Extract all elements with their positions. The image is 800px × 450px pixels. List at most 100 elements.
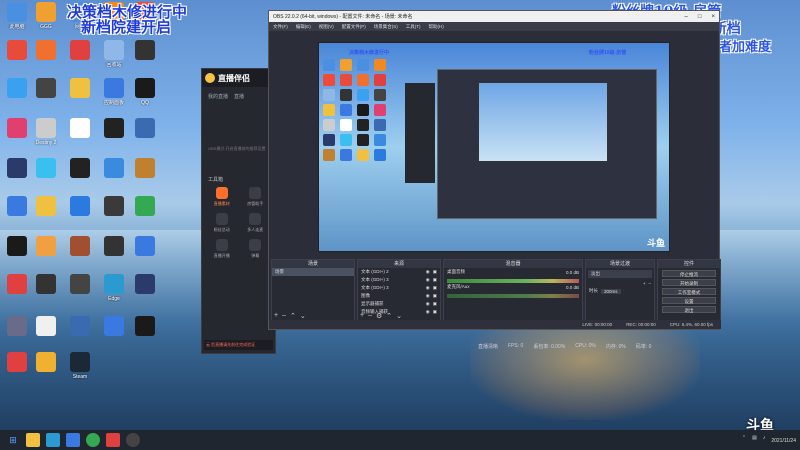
obs-menu-item[interactable]: 视图(V) — [319, 24, 334, 30]
eye-icon[interactable]: ◉ — [426, 301, 430, 307]
eye-icon[interactable]: ◉ — [426, 269, 430, 275]
tool-item[interactable]: 弹幕 — [240, 239, 272, 259]
desktop-icon[interactable] — [128, 274, 162, 296]
network-icon[interactable]: ▤ — [752, 435, 757, 441]
eye-icon[interactable]: ◉ — [426, 285, 430, 291]
down-icon[interactable]: ⌄ — [396, 312, 402, 320]
desktop-icon[interactable] — [63, 196, 97, 218]
clock-date[interactable]: 2021/11/24 — [771, 438, 796, 444]
lock-icon[interactable]: ▣ — [433, 309, 437, 315]
desktop-icon[interactable] — [97, 196, 131, 218]
tool-item[interactable]: 粉丝总动 — [206, 213, 238, 233]
eye-icon[interactable]: ◉ — [426, 309, 430, 315]
duration-field[interactable]: 300ms — [601, 288, 621, 294]
add-icon[interactable]: + — [274, 312, 278, 320]
source-item[interactable]: 图像 ◉ ▣ — [358, 292, 440, 300]
windows-start-icon[interactable]: ⊞ — [6, 433, 20, 447]
remove-icon[interactable]: – — [648, 281, 651, 286]
desktop-icon[interactable] — [128, 236, 162, 258]
up-icon[interactable]: ⌃ — [386, 312, 392, 320]
desktop-icon[interactable] — [97, 158, 131, 180]
obs-menu-item[interactable]: 帮助(H) — [429, 24, 444, 30]
helper-tab-my-live[interactable]: 我的直播 — [208, 93, 228, 100]
lock-icon[interactable]: ▣ — [433, 269, 437, 275]
desktop-icon[interactable] — [29, 40, 63, 62]
desktop-icon[interactable] — [63, 316, 97, 338]
store-icon[interactable] — [66, 433, 80, 447]
desktop-icon[interactable] — [128, 316, 162, 338]
desktop-icon[interactable] — [63, 236, 97, 258]
add-icon[interactable]: + — [360, 312, 364, 320]
control-button[interactable]: 退出 — [662, 306, 716, 313]
transition-select[interactable]: 淡出 — [588, 270, 652, 278]
add-icon[interactable]: + — [643, 281, 646, 286]
gear-icon[interactable]: ⚙ — [376, 312, 382, 320]
source-item[interactable]: 显示器捕获 ◉ ▣ — [358, 300, 440, 308]
desktop-icon[interactable] — [29, 78, 63, 100]
audio-meter[interactable] — [447, 294, 579, 298]
desktop-icon[interactable] — [63, 274, 97, 296]
tool-item[interactable]: 直播开播 — [206, 239, 238, 259]
desktop-icon[interactable] — [128, 118, 162, 140]
edge-icon[interactable] — [46, 433, 60, 447]
desktop-icon[interactable] — [128, 196, 162, 218]
obs-taskbar-icon[interactable] — [126, 433, 140, 447]
down-icon[interactable]: ⌄ — [300, 312, 306, 320]
volume-icon[interactable]: ♪ — [763, 435, 766, 441]
app-icon[interactable] — [106, 433, 120, 447]
desktop-icon[interactable] — [128, 40, 162, 62]
up-icon[interactable]: ⌃ — [290, 312, 296, 320]
desktop-icon[interactable]: 控制面板 — [97, 78, 131, 106]
desktop-icon[interactable] — [29, 274, 63, 296]
eye-icon[interactable]: ◉ — [426, 293, 430, 299]
desktop-icon[interactable] — [63, 40, 97, 62]
remove-icon[interactable]: – — [282, 312, 286, 320]
desktop-icon[interactable] — [29, 236, 63, 258]
tool-item[interactable]: 房管助手 — [240, 187, 272, 207]
file-explorer-icon[interactable] — [26, 433, 40, 447]
obs-menu-item[interactable]: 编辑(E) — [296, 24, 311, 30]
desktop-icon[interactable] — [29, 316, 63, 338]
obs-preview[interactable]: 决策档木修进行中 粉丝牌10级-房管 斗鱼 — [318, 42, 670, 252]
helper-tab-live[interactable]: 直播 — [234, 93, 244, 100]
desktop-icon[interactable]: Destiny 2 — [29, 118, 63, 146]
control-button[interactable]: 工作室模式 — [662, 288, 716, 295]
desktop-icon[interactable] — [29, 352, 63, 374]
desktop-icon[interactable] — [97, 236, 131, 258]
control-button[interactable]: 设置 — [662, 297, 716, 304]
obs-menu-item[interactable]: 场景集合(S) — [374, 24, 398, 30]
source-item[interactable]: 文本 (GDI+) 3 ◉ ▣ — [358, 284, 440, 292]
desktop-icon[interactable] — [63, 118, 97, 140]
desktop-icon[interactable]: QQ — [128, 78, 162, 106]
lock-icon[interactable]: ▣ — [433, 293, 437, 299]
desktop-icon[interactable]: Edge — [97, 274, 131, 302]
desktop-icon[interactable] — [128, 158, 162, 180]
desktop-icon[interactable] — [63, 78, 97, 100]
source-item[interactable]: 文本 (GDI+) 2 ◉ ▣ — [358, 268, 440, 276]
obs-menu-item[interactable]: 文件(F) — [273, 24, 288, 30]
desktop-icon[interactable] — [63, 158, 97, 180]
lock-icon[interactable]: ▣ — [433, 285, 437, 291]
tool-item[interactable]: 直播素材 — [206, 187, 238, 207]
remove-icon[interactable]: – — [368, 312, 372, 320]
desktop-icon[interactable] — [29, 158, 63, 180]
obs-menu-item[interactable]: 配置文件(P) — [342, 24, 366, 30]
maximize-icon[interactable]: □ — [698, 14, 702, 20]
source-item[interactable]: 文本 (GDI+) 3 ◉ ▣ — [358, 276, 440, 284]
chrome-icon[interactable] — [86, 433, 100, 447]
control-button[interactable]: 停止推流 — [662, 270, 716, 277]
eye-icon[interactable]: ◉ — [426, 277, 430, 283]
desktop-icon[interactable] — [97, 118, 131, 140]
desktop-icon[interactable]: Steam — [63, 352, 97, 380]
desktop-icon[interactable] — [29, 196, 63, 218]
desktop-icon[interactable]: 回收站 — [97, 40, 131, 68]
minimize-icon[interactable]: – — [685, 14, 688, 20]
lock-icon[interactable]: ▣ — [433, 301, 437, 307]
control-button[interactable]: 开始录制 — [662, 279, 716, 286]
obs-menu-item[interactable]: 工具(T) — [406, 24, 421, 30]
desktop-icon[interactable]: GGG — [29, 2, 63, 30]
desktop-icon[interactable] — [97, 316, 131, 338]
lock-icon[interactable]: ▣ — [433, 277, 437, 283]
tool-item[interactable]: 多人连麦 — [240, 213, 272, 233]
chevron-up-icon[interactable]: ⌃ — [742, 435, 746, 441]
